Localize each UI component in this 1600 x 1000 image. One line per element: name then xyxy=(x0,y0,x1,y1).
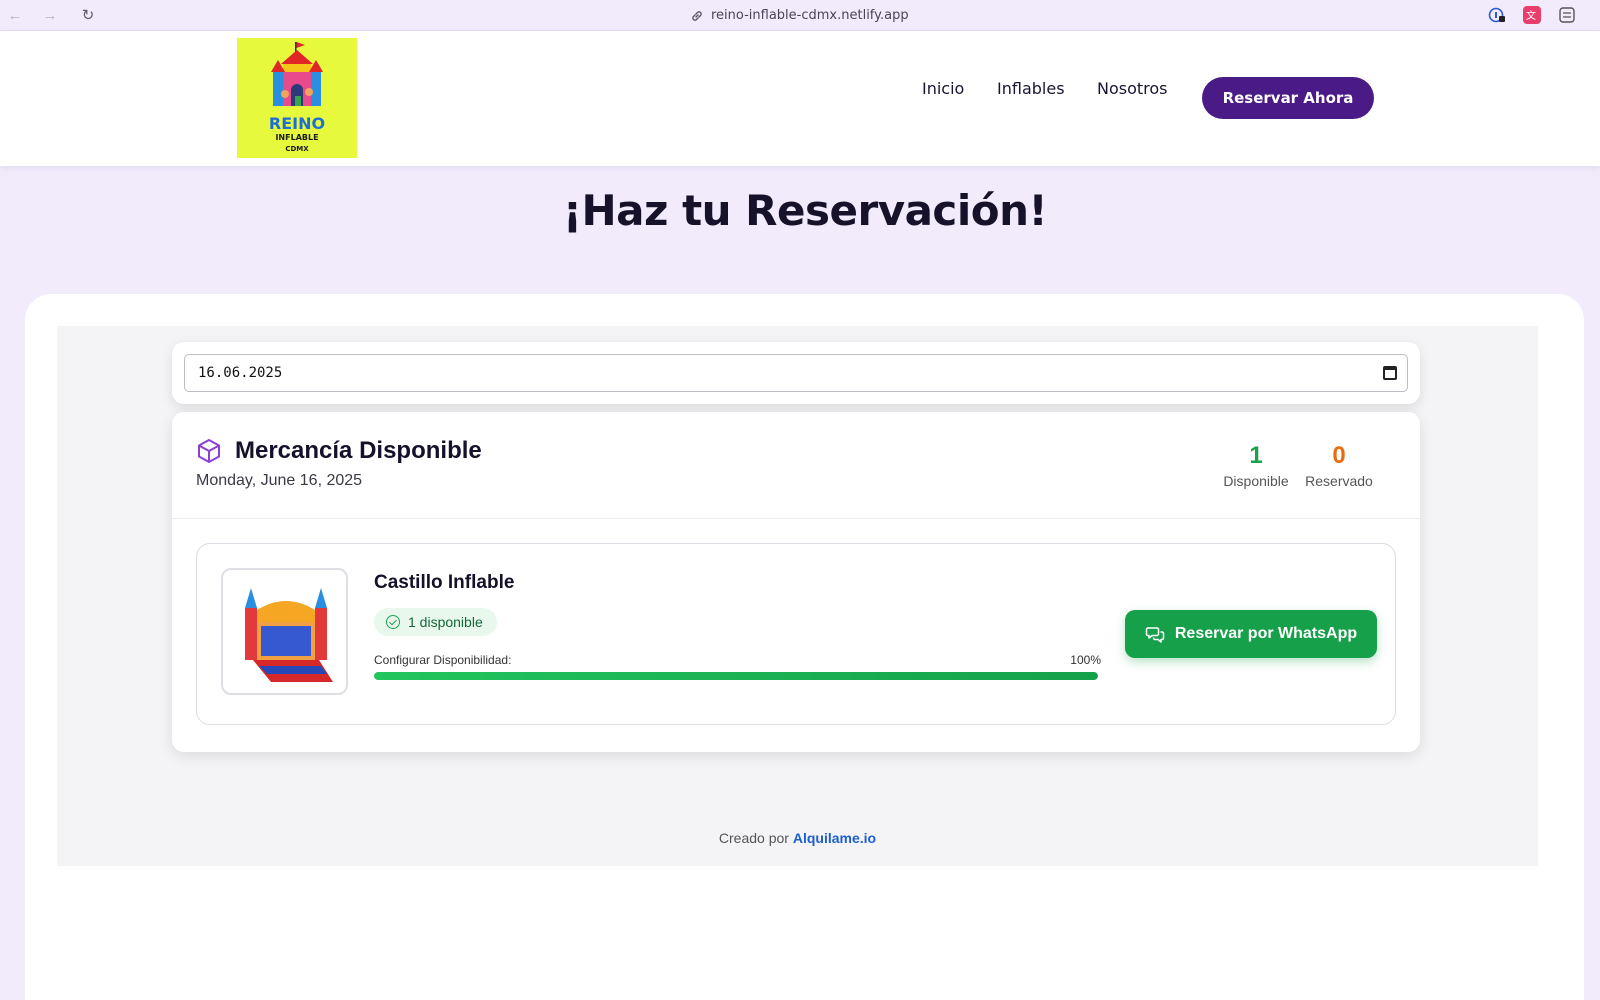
stock-date: Monday, June 16, 2025 xyxy=(196,472,363,489)
sidebar-icon[interactable] xyxy=(1558,6,1576,24)
date-picker-card: 16.06.2025 xyxy=(172,342,1420,404)
translate-icon[interactable]: 文 xyxy=(1523,6,1541,24)
castle-logo-icon xyxy=(271,42,323,106)
stock-title: Mercancía Disponible xyxy=(235,437,482,464)
available-stat: 1 Disponible xyxy=(1217,442,1295,489)
availability-badge-text: 1 disponible xyxy=(408,614,483,630)
date-value: 16.06.2025 xyxy=(198,365,283,381)
reservation-card: 16.06.2025 Mercancía Disponible Monday, … xyxy=(25,294,1584,1000)
reservation-widget: 16.06.2025 Mercancía Disponible Monday, … xyxy=(57,326,1538,866)
url-text: reino-inflable-cdmx.netlify.app xyxy=(711,8,909,23)
site-header: REINO INFLABLE CDMX Inicio Inflables Nos… xyxy=(0,31,1600,166)
product-item: Castillo Inflable 1 disponible Configura… xyxy=(196,543,1396,725)
date-input[interactable]: 16.06.2025 xyxy=(184,354,1408,392)
browser-toolbar: ← → ↻ reino-inflable-cdmx.netlify.app 文 xyxy=(0,0,1600,31)
stock-card: Mercancía Disponible Monday, June 16, 20… xyxy=(172,412,1420,752)
product-name: Castillo Inflable xyxy=(374,572,515,593)
availability-badge: 1 disponible xyxy=(374,608,497,636)
bounce-castle-image xyxy=(245,588,333,682)
available-count: 1 xyxy=(1249,442,1263,469)
address-bar[interactable]: reino-inflable-cdmx.netlify.app xyxy=(690,6,909,25)
whatsapp-button-label: Reservar por WhatsApp xyxy=(1174,625,1358,642)
availability-percent: 100% xyxy=(1070,653,1101,667)
page-title: ¡Haz tu Reservación! xyxy=(562,186,1048,235)
product-image xyxy=(221,568,348,695)
logo-inflable-text: INFLABLE xyxy=(275,133,319,142)
reserve-now-button[interactable]: Reservar Ahora xyxy=(1202,77,1374,119)
box-icon xyxy=(198,439,220,463)
logo-reino-text: REINO xyxy=(268,114,326,133)
nav-inflables[interactable]: Inflables xyxy=(997,79,1065,98)
available-label: Disponible xyxy=(1223,473,1289,489)
availability-slider[interactable] xyxy=(374,672,1098,680)
reserved-stat: 0 Reservado xyxy=(1302,442,1376,489)
svg-text:文: 文 xyxy=(1526,9,1536,22)
check-circle-icon xyxy=(386,615,400,629)
nav-nosotros[interactable]: Nosotros xyxy=(1097,79,1168,98)
link-icon xyxy=(692,10,702,21)
footer-prefix: Creado por xyxy=(718,830,789,846)
password-manager-icon[interactable] xyxy=(1488,6,1506,24)
nav-inicio[interactable]: Inicio xyxy=(922,79,964,98)
calendar-icon[interactable] xyxy=(1383,366,1397,380)
reserved-label: Reservado xyxy=(1305,473,1373,489)
site-logo[interactable]: REINO INFLABLE CDMX xyxy=(237,38,357,158)
forward-arrow-icon[interactable]: → xyxy=(41,6,59,24)
availability-config-label: Configurar Disponibilidad: xyxy=(374,653,512,667)
footer-link[interactable]: Alquilame.io xyxy=(793,830,876,846)
chat-icon xyxy=(1145,627,1165,643)
availability-fill xyxy=(374,672,1098,680)
reserved-count: 0 xyxy=(1332,442,1346,469)
back-arrow-icon[interactable]: ← xyxy=(6,6,24,24)
card-divider xyxy=(172,518,1420,519)
reload-icon[interactable]: ↻ xyxy=(79,6,97,24)
footer-credit: Creado por Alquilame.io xyxy=(57,830,1538,846)
logo-cdmx-text: CDMX xyxy=(285,145,309,153)
whatsapp-reserve-button[interactable]: Reservar por WhatsApp xyxy=(1125,610,1377,658)
